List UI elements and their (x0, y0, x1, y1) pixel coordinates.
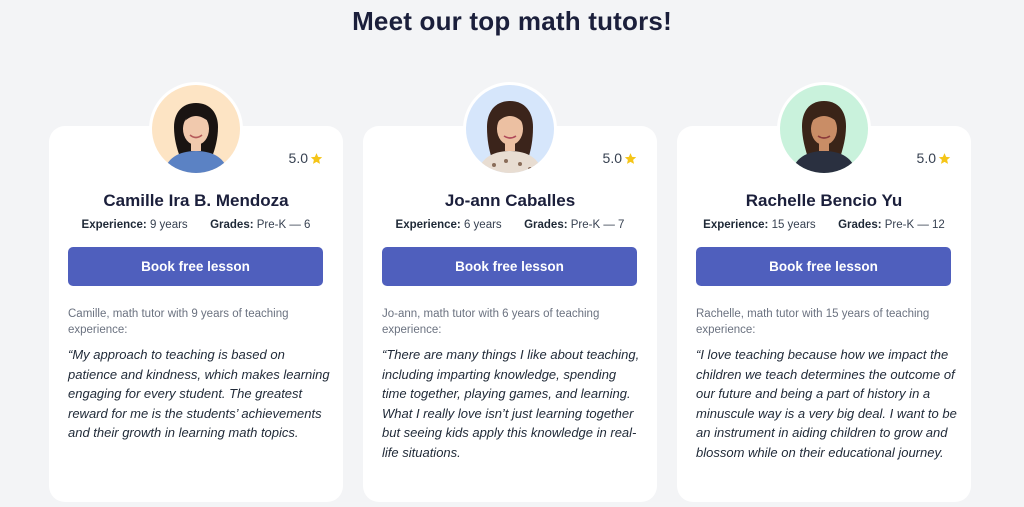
section-title: Meet our top math tutors! (352, 6, 672, 36)
avatar-frame (777, 82, 871, 176)
tutor-card: 5.0 Camille Ira B. Mendoza Experience: 9… (49, 82, 343, 502)
star-icon (624, 152, 637, 164)
rating-value: 5.0 (602, 150, 622, 166)
tutor-meta: Experience: 6 years Grades: Pre-K — 7 (363, 219, 657, 231)
experience-value: 9 years (149, 219, 188, 231)
tutor-meta: Experience: 15 years Grades: Pre-K — 12 (677, 219, 971, 231)
rating-value: 5.0 (916, 150, 936, 166)
book-free-lesson-button[interactable]: Book free lesson (382, 247, 637, 286)
tutor-quote: “I love teaching because how we impact t… (696, 347, 957, 460)
star-icon (938, 152, 951, 164)
tutor-name: Jo-ann Caballes (444, 191, 576, 210)
avatar-frame (463, 82, 557, 176)
star-icon (310, 152, 323, 164)
grades-label: Grades: (524, 219, 568, 231)
experience-label: Experience: (81, 219, 147, 231)
rating-value: 5.0 (288, 150, 308, 166)
grades-value: Pre-K — 7 (570, 219, 625, 231)
book-free-lesson-button[interactable]: Book free lesson (68, 247, 323, 286)
grades-label: Grades: (210, 219, 254, 231)
tutor-card: 5.0 Rachelle Bencio Yu Experience: 15 ye… (677, 82, 971, 502)
rating: 5.0 (917, 150, 951, 166)
tutor-avatar (152, 85, 240, 173)
rating: 5.0 (603, 150, 637, 166)
tutor-quote: “My approach to teaching is based on pat… (68, 347, 330, 441)
grades-value: Pre-K — 6 (256, 219, 311, 231)
experience-value: 15 years (771, 219, 816, 231)
experience-label: Experience: (395, 219, 461, 231)
grades-value: Pre-K — 12 (884, 219, 945, 231)
grades-label: Grades: (838, 219, 882, 231)
tutor-intro: Camille, math tutor with 9 years of teac… (68, 308, 289, 336)
tutor-intro: Rachelle, math tutor with 15 years of te… (696, 308, 930, 336)
tutor-quote: “There are many things I like about teac… (382, 347, 640, 460)
tutor-meta: Experience: 9 years Grades: Pre-K — 6 (49, 219, 343, 231)
tutor-avatar (466, 85, 554, 173)
rating: 5.0 (289, 150, 323, 166)
tutor-intro: Jo-ann, math tutor with 6 years of teach… (382, 308, 600, 336)
experience-value: 6 years (463, 219, 502, 231)
tutor-card: 5.0 Jo-ann Caballes Experience: 6 years … (363, 82, 657, 502)
avatar-frame (149, 82, 243, 176)
tutor-name: Rachelle Bencio Yu (745, 191, 903, 210)
tutor-name: Camille Ira B. Mendoza (103, 191, 289, 210)
tutor-avatar (780, 85, 868, 173)
experience-label: Experience: (703, 219, 769, 231)
tutors-section: Meet our top math tutors! 5.0 Camille Ir… (0, 0, 1024, 507)
book-free-lesson-button[interactable]: Book free lesson (696, 247, 951, 286)
